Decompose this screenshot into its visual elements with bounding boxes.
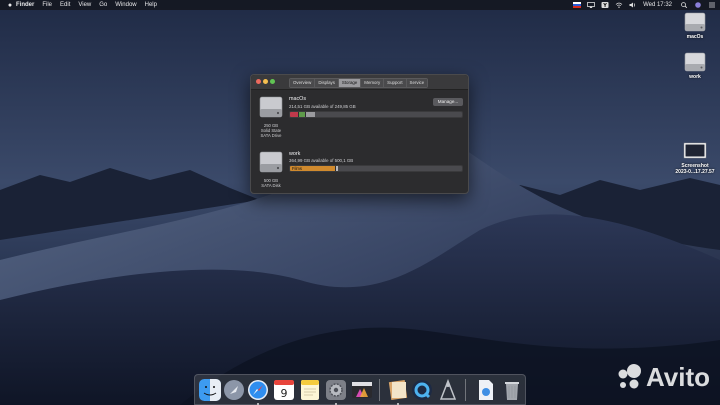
hard-drive-icon <box>684 12 706 32</box>
avito-logo-icon <box>618 364 641 389</box>
window-titlebar[interactable]: Overview Displays Storage Memory Support… <box>251 75 468 90</box>
tab-displays[interactable]: Displays <box>315 79 339 87</box>
drive-type: SATA Disk <box>261 183 281 188</box>
drive-name: work <box>289 151 301 157</box>
system-preferences-icon[interactable] <box>325 379 347 401</box>
drive-caption-work: 500 GB SATA Disk <box>253 178 289 188</box>
drive-interface: SATA Drive <box>260 133 282 138</box>
desktop-wallpaper <box>0 0 720 405</box>
drive-caption-macos: 250 GB Solid State SATA Drive <box>253 123 289 138</box>
menu-extras: Y Wed 17:32 <box>573 0 716 10</box>
menu-help[interactable]: Help <box>145 2 157 8</box>
calendar-icon[interactable]: 9 <box>273 379 295 401</box>
airplay-icon[interactable] <box>587 2 595 8</box>
desktop-icon-label: macOs <box>686 34 704 40</box>
storage-bar-macos <box>289 111 463 118</box>
storage-segment[interactable] <box>335 166 338 171</box>
launchpad-icon[interactable] <box>223 379 245 401</box>
dock-separator <box>379 379 380 401</box>
automator-icon[interactable] <box>437 379 459 401</box>
input-source-label: Y <box>602 3 607 8</box>
volume-icon[interactable] <box>629 2 637 8</box>
drive-available-text: 214,51 GB available of 249,85 GB <box>289 104 356 109</box>
menu-clock[interactable]: Wed 17:32 <box>643 2 672 8</box>
zoom-window-button[interactable] <box>270 79 275 84</box>
menu-bar: ● Finder File Edit View Go Window Help Y… <box>0 0 720 10</box>
trash-icon[interactable] <box>501 379 523 401</box>
tab-overview[interactable]: Overview <box>290 79 316 87</box>
storage-segment[interactable]: Films <box>290 166 336 171</box>
hard-drive-icon <box>259 96 283 118</box>
tab-bar: Overview Displays Storage Memory Support… <box>289 78 429 88</box>
drive-icon-macos <box>259 95 283 124</box>
calendar-day: 9 <box>281 387 288 400</box>
tab-memory[interactable]: Memory <box>361 79 385 87</box>
close-window-button[interactable] <box>256 79 261 84</box>
siri-icon[interactable] <box>694 2 702 8</box>
flag-icon[interactable] <box>573 2 582 8</box>
minimize-window-button[interactable] <box>263 79 268 84</box>
notification-center-icon[interactable] <box>708 2 716 8</box>
document-icon[interactable] <box>475 379 497 401</box>
dock-separator <box>465 379 466 401</box>
storage-segment-label: Films <box>292 166 303 171</box>
menu-edit[interactable]: Edit <box>60 2 70 8</box>
safari-icon[interactable] <box>247 379 269 401</box>
desktop-icon-label-secondary: 2023-0...17.27.57 <box>675 169 715 175</box>
quicktime-icon[interactable] <box>411 379 433 401</box>
storage-segment[interactable] <box>305 112 316 117</box>
desktop-icon-label: work <box>689 74 701 80</box>
input-source-icon[interactable]: Y <box>601 2 609 8</box>
drive-available-text: 364,99 GB available of 500,1 GB <box>289 158 354 163</box>
drive-name: macOs <box>289 96 307 102</box>
menu-view[interactable]: View <box>78 2 91 8</box>
manage-button[interactable]: Manage... <box>433 98 463 106</box>
preview-icon[interactable] <box>387 379 409 401</box>
about-this-mac-window: Overview Displays Storage Memory Support… <box>250 74 469 194</box>
storage-bar-work: Films <box>289 165 463 172</box>
drive-icon-work <box>259 150 283 179</box>
desktop-icon-macos[interactable]: macOs <box>673 12 717 40</box>
hard-drive-icon <box>259 151 283 173</box>
finder-icon[interactable] <box>199 379 221 401</box>
wifi-icon[interactable] <box>615 2 623 8</box>
final-cut-pro-icon[interactable] <box>351 379 373 401</box>
menu-file[interactable]: File <box>42 2 52 8</box>
tab-storage[interactable]: Storage <box>338 79 362 87</box>
menu-window[interactable]: Window <box>115 2 136 8</box>
desktop-icon-screenshot[interactable]: Screenshot 2023-0...17.27.57 <box>671 141 719 175</box>
avito-watermark: Avito <box>614 362 710 392</box>
hard-drive-icon <box>684 52 706 72</box>
screenshot-thumbnail-icon <box>683 142 707 159</box>
notes-icon[interactable] <box>299 379 321 401</box>
menu-go[interactable]: Go <box>99 2 107 8</box>
avito-wordmark: Avito <box>646 361 711 392</box>
tab-service[interactable]: Service <box>406 79 428 87</box>
storage-segment[interactable] <box>298 112 306 117</box>
tab-support[interactable]: Support <box>384 79 407 87</box>
menu-app-name[interactable]: Finder <box>16 2 34 8</box>
dock: 9 <box>194 374 526 405</box>
storage-segment[interactable] <box>290 112 299 117</box>
search-icon[interactable] <box>680 2 688 8</box>
desktop-icon-work[interactable]: work <box>673 52 717 80</box>
apple-menu-icon[interactable]: ● <box>4 2 16 9</box>
